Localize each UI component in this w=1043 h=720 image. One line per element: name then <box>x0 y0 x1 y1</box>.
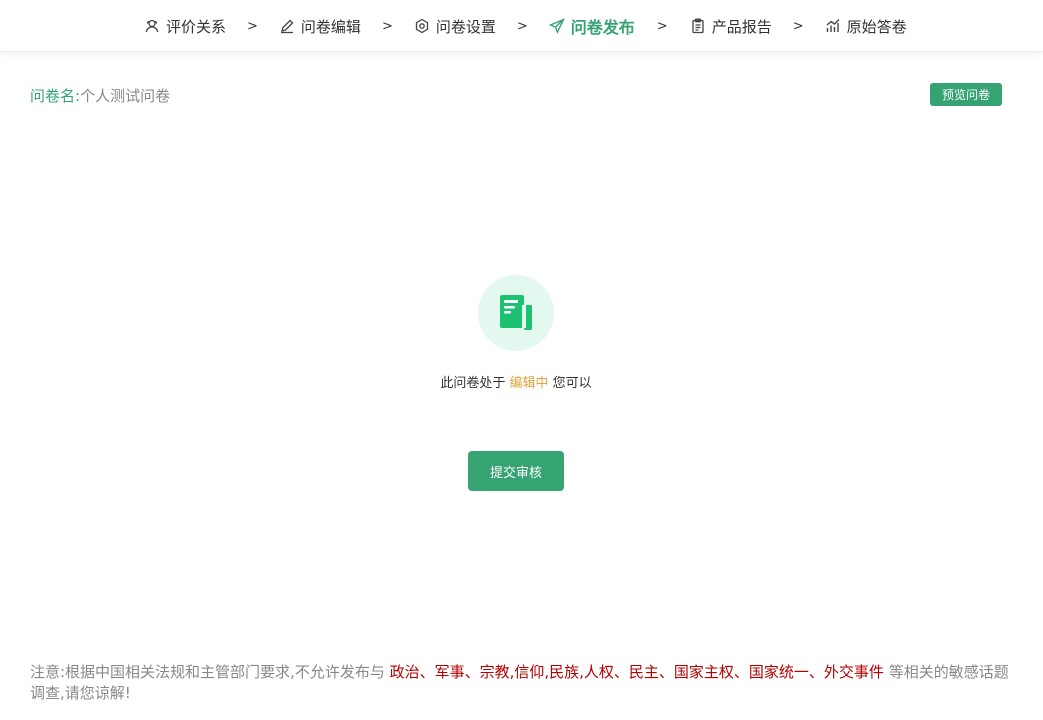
step-separator: > <box>516 18 528 34</box>
clipboard-icon <box>690 18 706 34</box>
step-raw-answers[interactable]: 原始答卷 <box>825 16 907 37</box>
step-label: 评价关系 <box>166 17 227 36</box>
step-questionnaire-edit[interactable]: 问卷编辑 <box>279 16 361 37</box>
status-suffix: 您可以 <box>552 376 592 391</box>
pencil-icon <box>279 18 295 34</box>
top-navigation-bar: 评价关系 > 问卷编辑 > 问卷设置 > 问卷发布 > 产品报告 > 原始答卷 <box>0 0 1043 52</box>
chart-icon <box>825 18 841 34</box>
step-navigation: 评价关系 > 问卷编辑 > 问卷设置 > 问卷发布 > 产品报告 > 原始答卷 <box>144 0 907 52</box>
publish-status-text: 此问卷处于 编辑中 您可以 <box>0 372 1032 391</box>
step-label: 原始答卷 <box>846 17 907 36</box>
status-state: 编辑中 <box>509 376 549 391</box>
settings-icon <box>414 18 430 34</box>
users-icon <box>144 18 160 34</box>
step-label: 问卷设置 <box>435 17 496 36</box>
status-prefix: 此问卷处于 <box>440 376 506 391</box>
step-questionnaire-settings[interactable]: 问卷设置 <box>414 16 496 37</box>
step-questionnaire-publish[interactable]: 问卷发布 <box>548 14 635 38</box>
questionnaire-name-value: 个人测试问卷 <box>80 87 171 105</box>
send-icon <box>548 18 565 34</box>
step-evaluation-relation[interactable]: 评价关系 <box>144 16 226 37</box>
step-separator: > <box>247 18 258 34</box>
step-label: 问卷编辑 <box>300 17 361 36</box>
step-separator: > <box>792 18 804 34</box>
notice-sensitive-topics: 政治、军事、宗教,信仰,民族,人权、民主、国家主权、国家统一、外交事件 <box>389 663 884 681</box>
document-icon <box>478 275 554 351</box>
notice-prefix: 注意:根据中国相关法规和主管部门要求,不允许发布与 <box>30 663 385 681</box>
step-label: 产品报告 <box>711 17 772 36</box>
questionnaire-name: 问卷名:个人测试问卷 <box>30 85 170 106</box>
compliance-notice: 注意:根据中国相关法规和主管部门要求,不允许发布与 政治、军事、宗教,信仰,民族… <box>30 662 1020 704</box>
submit-review-button[interactable]: 提交审核 <box>468 451 564 491</box>
step-separator: > <box>656 18 668 34</box>
preview-questionnaire-button[interactable]: 预览问卷 <box>930 83 1002 106</box>
step-separator: > <box>381 18 393 34</box>
questionnaire-name-label: 问卷名: <box>30 87 81 105</box>
step-label: 问卷发布 <box>570 18 635 37</box>
step-product-report[interactable]: 产品报告 <box>690 16 772 37</box>
